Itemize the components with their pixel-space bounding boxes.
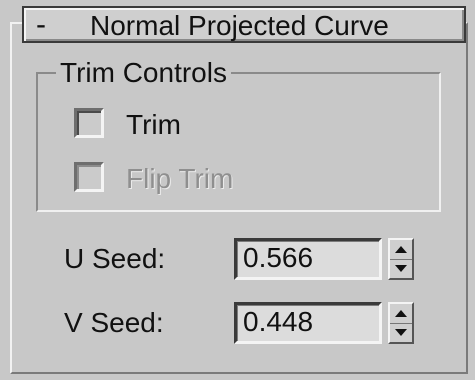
u-seed-spinner[interactable] (388, 238, 414, 280)
trim-checkbox[interactable] (74, 108, 104, 138)
collapse-toggle-icon[interactable]: - (36, 10, 46, 40)
v-seed-spin-up-icon[interactable] (390, 304, 412, 324)
v-seed-spinner[interactable] (388, 302, 414, 344)
v-seed-field[interactable]: 0.448 (234, 302, 382, 344)
u-seed-spin-down-icon[interactable] (390, 259, 412, 278)
trim-checkbox-label[interactable]: Trim (126, 110, 181, 140)
v-seed-spin-down-icon[interactable] (390, 323, 412, 342)
trim-controls-group-title: Trim Controls (56, 56, 231, 90)
rollout-header[interactable]: - Normal Projected Curve (22, 6, 466, 43)
u-seed-spin-up-icon[interactable] (390, 240, 412, 260)
flip-trim-checkbox[interactable] (74, 162, 104, 192)
u-seed-field[interactable]: 0.566 (234, 238, 382, 280)
rollout-title: Normal Projected Curve (90, 10, 389, 41)
flip-trim-checkbox-label[interactable]: Flip Trim (126, 164, 233, 194)
u-seed-label: U Seed: (64, 243, 166, 274)
v-seed-label: V Seed: (64, 307, 164, 338)
